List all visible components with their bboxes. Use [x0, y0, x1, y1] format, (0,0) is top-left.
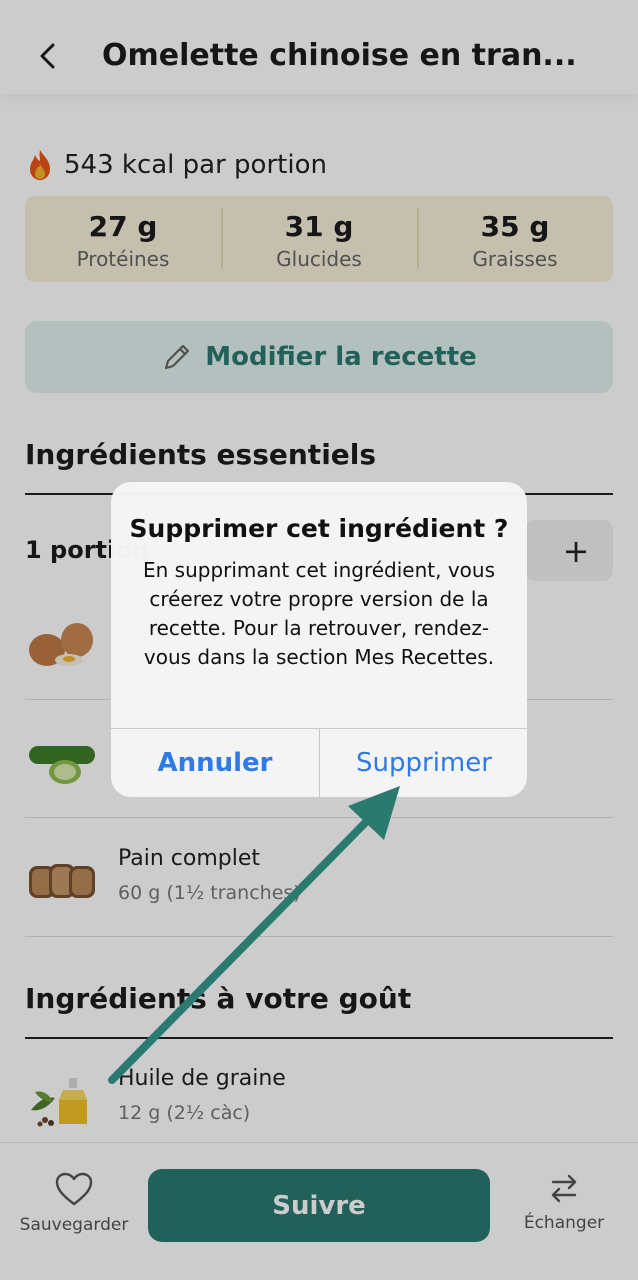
dialog-title: Supprimer cet ingrédient ?: [129, 514, 509, 543]
cancel-button[interactable]: Annuler: [111, 729, 319, 797]
delete-ingredient-dialog: Supprimer cet ingrédient ? En supprimant…: [111, 482, 527, 797]
dialog-message: En supprimant cet ingrédient, vous créer…: [142, 558, 496, 669]
confirm-delete-button[interactable]: Supprimer: [320, 729, 527, 797]
